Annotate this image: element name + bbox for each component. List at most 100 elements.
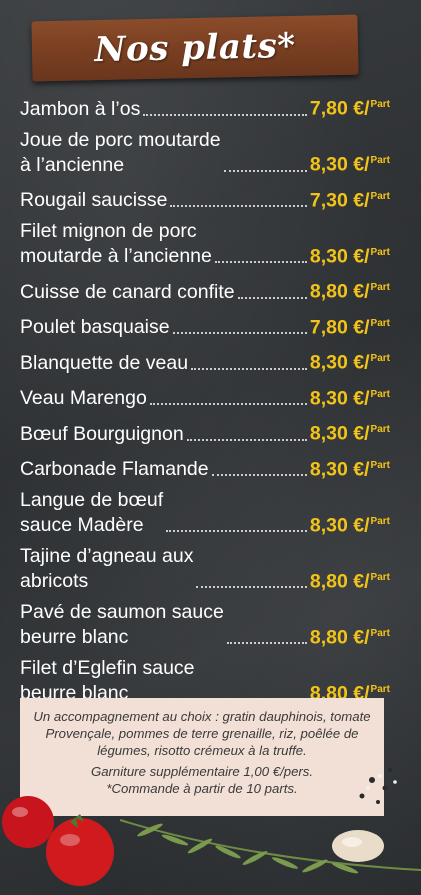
dish-name-line2: abricots bbox=[20, 570, 89, 592]
price-unit: Part bbox=[370, 683, 390, 695]
menu-item: Poulet basquaise 7,80 €/Part bbox=[20, 311, 390, 341]
dot-leader bbox=[226, 642, 307, 644]
dot-leader bbox=[143, 113, 307, 116]
dish-name-line1: Veau Marengo bbox=[20, 387, 147, 409]
dish-name: Pavé de saumon sauce beurre blanc bbox=[20, 600, 224, 650]
dish-name-line1: Joue de porc moutarde bbox=[20, 128, 221, 151]
price-value: 7,30 €/ bbox=[309, 189, 370, 211]
price-unit: Part bbox=[370, 282, 390, 293]
dish-price: 8,80 €/Part bbox=[310, 621, 390, 651]
dish-name-line1: Carbonade Flamande bbox=[20, 458, 209, 480]
dot-leader bbox=[172, 332, 307, 334]
dish-price: 8,80 €/Part bbox=[310, 565, 390, 595]
menu-item: Cuisse de canard confite 8,80 €/Part bbox=[20, 275, 390, 305]
dish-name: Cuisse de canard confite bbox=[20, 280, 235, 305]
dish-price: 8,30 €/Part bbox=[310, 417, 390, 447]
price-unit: Part bbox=[370, 571, 390, 583]
price-unit: Part bbox=[370, 190, 390, 202]
dish-name: Veau Marengo bbox=[20, 386, 147, 411]
price-unit: Part bbox=[370, 424, 390, 435]
price-unit: Part bbox=[370, 515, 390, 527]
food-decoration bbox=[2, 768, 421, 886]
dot-leader bbox=[186, 438, 307, 441]
pepper-icon bbox=[359, 768, 392, 804]
dish-name: Blanquette de veau bbox=[20, 351, 188, 376]
price-value: 8,30 €/ bbox=[309, 514, 370, 536]
dish-price: 8,30 €/Part bbox=[310, 509, 390, 539]
price-value: 8,30 €/ bbox=[309, 387, 370, 409]
price-value: 7,80 €/ bbox=[309, 316, 370, 338]
dish-name-line1: Langue de bœuf bbox=[20, 489, 164, 511]
dot-leader bbox=[223, 169, 307, 172]
dish-name: Carbonade Flamande bbox=[20, 457, 209, 482]
dish-price: 7,30 €/Part bbox=[310, 184, 390, 214]
price-unit: Part bbox=[370, 388, 390, 400]
dish-price: 7,80 €/Part bbox=[310, 311, 390, 341]
dish-price: 8,30 €/Part bbox=[310, 346, 390, 376]
price-value: 8,30 €/ bbox=[309, 422, 370, 445]
menu-item: Veau Marengo 8,30 €/Part bbox=[20, 382, 390, 412]
menu-list: Jambon à l’os 7,80 €/Part Joue de porc mou… bbox=[20, 92, 390, 706]
dot-leader bbox=[149, 403, 307, 405]
garlic-icon bbox=[332, 830, 384, 862]
dish-name: Langue de bœuf sauce Madère bbox=[20, 488, 163, 538]
price-value: 7,80 €/ bbox=[309, 97, 370, 120]
dish-name-line1: Bœuf Bourguignon bbox=[20, 422, 184, 445]
dish-name-line1: Rougail saucisse bbox=[20, 189, 168, 211]
price-unit: Part bbox=[370, 627, 390, 639]
dish-name-line1: Filet mignon de porc bbox=[20, 220, 197, 242]
price-value: 8,80 €/ bbox=[309, 280, 370, 303]
dish-name: Jambon à l’os bbox=[20, 97, 140, 122]
price-unit: Part bbox=[370, 459, 390, 471]
menu-item: Jambon à l’os 7,80 €/Part bbox=[20, 92, 390, 122]
dish-name-line1: Cuisse de canard confite bbox=[20, 280, 235, 303]
dish-price: 8,80 €/Part bbox=[310, 275, 390, 305]
dish-price: 8,30 €/Part bbox=[310, 148, 390, 178]
dish-price: 7,80 €/Part bbox=[310, 92, 390, 122]
dish-price: 8,30 €/Part bbox=[310, 453, 390, 483]
dish-name-line1: Blanquette de veau bbox=[20, 351, 189, 374]
dot-leader bbox=[211, 474, 307, 476]
dish-name: Tajine d’agneau aux abricots bbox=[20, 544, 193, 594]
dish-price: 8,30 €/Part bbox=[310, 240, 390, 270]
price-value: 8,80 €/ bbox=[309, 626, 370, 648]
dish-name: Poulet basquaise bbox=[20, 315, 170, 340]
dish-name-line1: Filet d’Eglefin sauce bbox=[20, 657, 195, 679]
dish-name-line2: moutarde à l’ancienne bbox=[20, 245, 212, 267]
menu-item: Blanquette de veau 8,30 €/Part bbox=[20, 346, 390, 376]
price-value: 8,30 €/ bbox=[309, 351, 370, 374]
note-accompaniment: Un accompagnement au choix : gratin daup… bbox=[33, 709, 371, 758]
menu-item: Bœuf Bourguignon 8,30 €/Part bbox=[20, 417, 390, 447]
dot-leader bbox=[166, 530, 307, 532]
title-board: Nos plats* bbox=[31, 14, 359, 82]
menu-item: Joue de porc moutarde à l’ancienne 8,30 €/… bbox=[20, 128, 390, 178]
dish-name-line1: Jambon à l’os bbox=[20, 97, 141, 120]
menu-item: Tajine d’agneau aux abricots 8,80 €/Part bbox=[20, 544, 390, 594]
price-value: 8,30 €/ bbox=[309, 245, 370, 267]
price-value: 8,30 €/ bbox=[309, 458, 370, 480]
dot-leader bbox=[170, 205, 307, 207]
price-value: 8,30 €/ bbox=[309, 153, 370, 176]
dish-name-line1: Pavé de saumon sauce bbox=[20, 601, 224, 623]
tomato-icon bbox=[2, 796, 114, 886]
menu-item: Langue de bœuf sauce Madère 8,30 €/Part bbox=[20, 488, 390, 538]
price-unit: Part bbox=[370, 353, 390, 364]
price-unit: Part bbox=[370, 99, 390, 110]
dish-name-line2: à l’ancienne bbox=[20, 153, 125, 176]
price-unit: Part bbox=[370, 317, 390, 329]
dot-leader bbox=[191, 367, 307, 370]
price-value: 8,80 €/ bbox=[309, 570, 370, 592]
menu-item: Rougail saucisse 7,30 €/Part bbox=[20, 184, 390, 214]
dish-name: Filet mignon de porc moutarde à l’ancienn… bbox=[20, 219, 212, 269]
dish-name-line1: Poulet basquaise bbox=[20, 316, 170, 338]
dish-price: 8,30 €/Part bbox=[310, 382, 390, 412]
dot-leader bbox=[237, 296, 307, 299]
dish-name: Joue de porc moutarde à l’ancienne bbox=[20, 128, 221, 178]
menu-item: Filet mignon de porc moutarde à l’ancienn… bbox=[20, 219, 390, 269]
dot-leader bbox=[196, 586, 307, 588]
menu-item: Pavé de saumon sauce beurre blanc 8,80 €/P… bbox=[20, 600, 390, 650]
dish-name: Bœuf Bourguignon bbox=[20, 422, 184, 447]
price-unit: Part bbox=[370, 246, 390, 258]
dish-name-line2: beurre blanc bbox=[20, 626, 129, 648]
dish-name: Rougail saucisse bbox=[20, 188, 167, 213]
